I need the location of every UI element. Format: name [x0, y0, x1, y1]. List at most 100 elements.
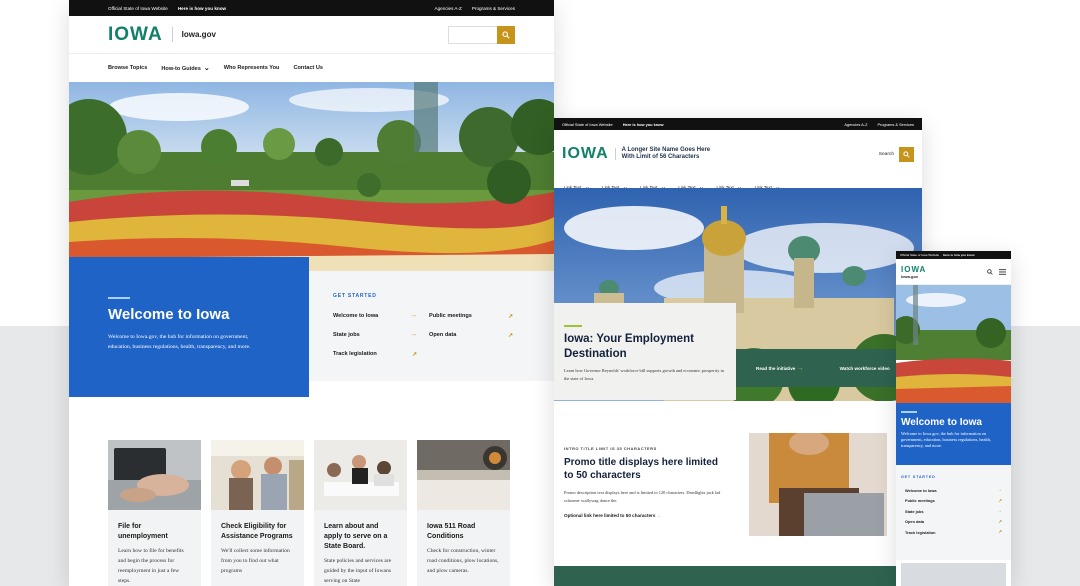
card-image-family-shopping [211, 440, 304, 510]
intro-link[interactable]: Optional link here limited to 50 charact… [564, 513, 729, 518]
site-header: IOWA Iowa.gov [69, 16, 554, 54]
nav-contact[interactable]: Contact Us [293, 65, 323, 71]
link-state-jobs[interactable]: State jobs → [333, 331, 429, 339]
search-input[interactable] [448, 25, 497, 44]
external-link-icon: ↗ [998, 529, 1002, 535]
card-state-board[interactable]: Learn about and apply to serve on a Stat… [314, 440, 407, 586]
divider [614, 148, 616, 160]
iowa-logo[interactable]: IOWA [562, 145, 609, 163]
arrow-right-icon: → [656, 513, 662, 518]
arrow-right-icon: → [997, 507, 1002, 514]
link-label: Track legislation [905, 529, 936, 535]
card-title: Learn about and apply to serve on a Stat… [324, 523, 388, 550]
bottom-band [554, 566, 922, 586]
intro-eyebrow: INTRO TITLE LIMIT IS 35 CHARACTERS [564, 446, 657, 451]
search-button[interactable] [899, 146, 914, 162]
card-511-roads[interactable]: Iowa 511 Road Conditions Check for const… [417, 440, 510, 586]
arrow-right-icon: → [410, 331, 417, 338]
accent-line [108, 297, 130, 299]
link-welcome-to-iowa[interactable]: Welcome to Iowa → [333, 312, 429, 320]
link-state-jobs[interactable]: State jobs → [901, 506, 1006, 517]
logo-wordmark: IOWA [901, 264, 927, 274]
how-you-know-link[interactable]: Here is how you know [623, 122, 664, 127]
external-link-icon: ↗ [998, 497, 1002, 503]
agencies-link[interactable]: Agencies A-Z [435, 6, 462, 11]
divider [171, 27, 173, 42]
how-you-know-link[interactable]: Here is how you know [943, 253, 975, 257]
site-name: A Longer Site Name Goes Here With Limit … [622, 147, 710, 161]
action-label: Read the initiative [756, 365, 796, 371]
intro-promo: INTRO TITLE LIMIT IS 35 CHARACTERS Promo… [564, 446, 729, 518]
chevron-down-icon: ⌄ [203, 65, 210, 72]
link-open-data[interactable]: Open data ↗ [901, 517, 1006, 528]
external-link-icon: ↗ [507, 333, 513, 339]
nav-browse-topics[interactable]: Browse Topics [108, 65, 147, 71]
welcome-panel: Welcome to Iowa Welcome to Iowa.gov, the… [896, 403, 1011, 465]
promo-actions: Read the initiative → Watch workforce vi… [736, 349, 922, 387]
link-label: State jobs [333, 332, 360, 338]
tablet-mockup: Official State of Iowa Website Here is h… [554, 118, 922, 586]
get-started-heading: GET STARTED [901, 475, 936, 479]
get-started-panel: GET STARTED Welcome to Iowa → Public meet… [309, 271, 554, 381]
card-description: We'll collect some information from you … [221, 548, 290, 574]
card-image-laptop-typing [108, 440, 201, 510]
link-label: Welcome to Iowa [905, 487, 937, 493]
link-track-legislation[interactable]: Track legislation ↗ [901, 527, 1006, 538]
read-initiative-link[interactable]: Read the initiative → [756, 365, 804, 372]
site-header: IOWA A Longer Site Name Goes Here With L… [554, 130, 922, 178]
programs-link[interactable]: Programs & Services [472, 6, 515, 11]
official-banner: Official State of Iowa Website Here is h… [896, 251, 1011, 259]
welcome-title: Welcome to Iowa [108, 306, 230, 323]
next-section-image [901, 563, 1006, 586]
link-label: Public meetings [905, 498, 935, 504]
card-unemployment[interactable]: File for unemployment Learn how to file … [108, 440, 201, 586]
official-site-text: Official State of Iowa Website [900, 253, 940, 257]
service-cards: File for unemployment Learn how to file … [108, 440, 510, 586]
menu-icon[interactable] [999, 268, 1006, 275]
official-banner: Official State of Iowa Website Here is h… [554, 118, 922, 130]
link-label: Optional link here limited to 50 charact… [564, 513, 656, 518]
accent-line [564, 325, 582, 327]
card-image-snowplow [417, 440, 510, 510]
link-public-meetings[interactable]: Public meetings ↗ [901, 496, 1006, 507]
welcome-panel: Welcome to Iowa Welcome to Iowa.gov, the… [69, 257, 309, 397]
link-public-meetings[interactable]: Public meetings ↗ [429, 313, 525, 320]
search-icon [903, 150, 910, 158]
search-button[interactable] [497, 25, 515, 44]
card-description: Check for construction, winter road cond… [427, 548, 499, 574]
logo-wordmark: IOWA [562, 145, 609, 162]
employment-promo: Iowa: Your Employment Destination Learn … [554, 303, 736, 400]
iowa-logo[interactable]: IOWA Iowa.gov [901, 265, 926, 279]
watch-video-link[interactable]: Watch workforce video [840, 366, 890, 371]
accent-line [901, 411, 917, 413]
intro-title: Promo title displays here limited to 50 … [564, 457, 718, 481]
agencies-link[interactable]: Agencies A-Z [844, 122, 867, 127]
search-icon[interactable] [987, 268, 993, 275]
card-title: Check Eligibility for Assistance Program… [221, 523, 293, 540]
external-link-icon: ↗ [507, 314, 513, 320]
link-open-data[interactable]: Open data ↗ [429, 332, 525, 339]
search-form [448, 25, 515, 44]
how-you-know-link[interactable]: Here is how you know [178, 6, 226, 11]
intro-description: Promo description text displays here and… [564, 490, 721, 503]
iowa-logo[interactable]: IOWA [108, 24, 163, 46]
official-banner: Official State of Iowa Website Here is h… [69, 0, 554, 16]
promo-description: Learn how Governor Reynolds' workforce b… [564, 368, 724, 381]
arrow-right-icon: → [997, 486, 1002, 493]
link-welcome-to-iowa[interactable]: Welcome to Iowa → [901, 485, 1006, 496]
site-name-line: With Limit of 56 Characters [621, 154, 700, 160]
site-name-line: A Longer Site Name Goes Here [621, 147, 711, 153]
search-control[interactable]: Search [879, 146, 914, 162]
link-track-legislation[interactable]: Track legislation ↗ [333, 351, 429, 358]
nav-who-represents[interactable]: Who Represents You [224, 65, 280, 71]
card-title: Iowa 511 Road Conditions [427, 523, 476, 540]
arrow-right-icon: → [796, 364, 804, 372]
card-eligibility[interactable]: Check Eligibility for Assistance Program… [211, 440, 304, 586]
promo-title: Iowa: Your Employment Destination [564, 333, 694, 360]
hero-image-tulips [69, 82, 554, 272]
programs-link[interactable]: Programs & Services [877, 122, 914, 127]
link-label: Open data [905, 519, 925, 525]
logo-wordmark: IOWA [108, 23, 163, 45]
nav-howto-guides[interactable]: How-to Guides ⌄ [161, 64, 209, 72]
arrow-right-icon: → [410, 312, 417, 319]
